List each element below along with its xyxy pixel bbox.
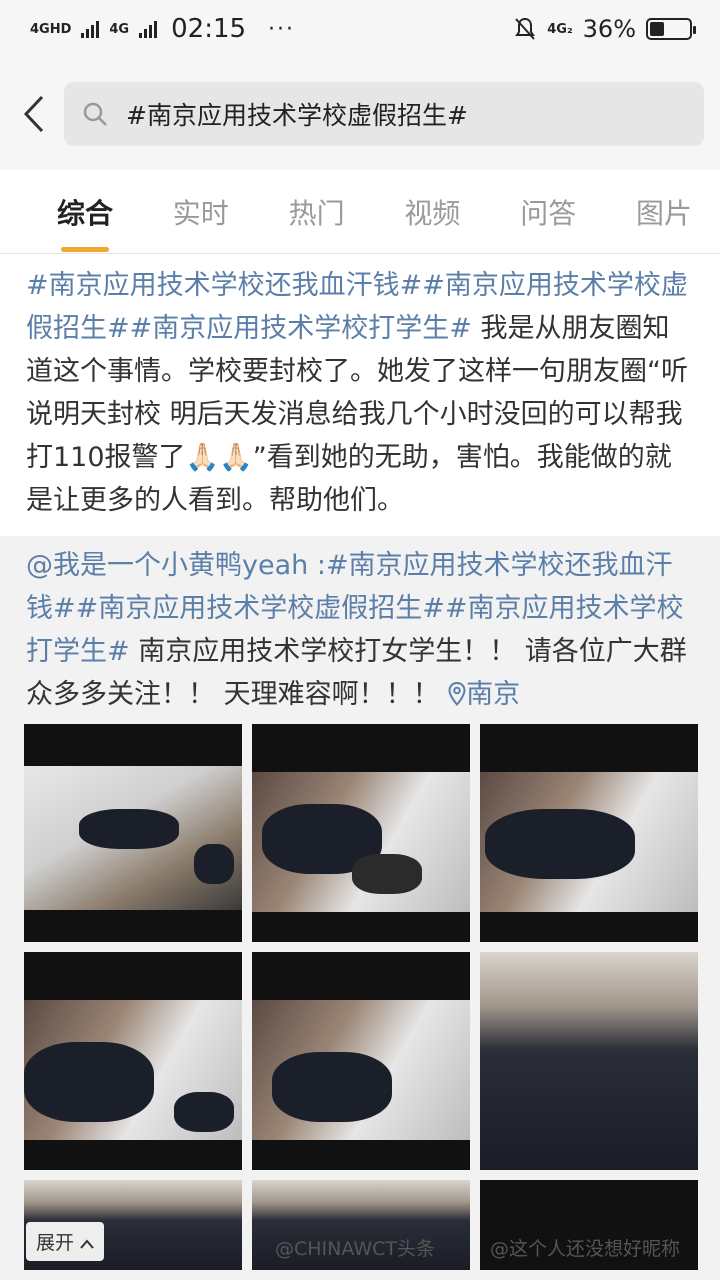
tab-bar: 综合 实时 热门 视频 问答 图片: [0, 170, 720, 254]
search-icon: [83, 102, 107, 126]
network-type-1: 4GHD: [30, 21, 72, 37]
hashtag-link[interactable]: #南京应用技术学校虚假招生#: [76, 593, 445, 624]
repost-user-link[interactable]: @我是一个小黄鸭yeah :: [26, 550, 326, 581]
battery-icon: [646, 18, 696, 40]
status-bar: 4GHD 4G 02:15 ··· 4G₂ 36%: [0, 0, 720, 58]
battery-percent: 36%: [582, 15, 636, 43]
more-icon: ···: [268, 16, 296, 42]
watermark: @这个人还没想好昵称: [490, 1238, 681, 1260]
photo-thumbnail[interactable]: [480, 952, 698, 1170]
clock: 02:15: [171, 14, 247, 44]
location-pin-icon: [448, 681, 466, 707]
tab-qa[interactable]: 问答: [520, 192, 576, 232]
tab-video[interactable]: 视频: [404, 192, 460, 232]
chevron-up-icon: [80, 1239, 94, 1249]
photo-thumbnail[interactable]: [24, 724, 242, 942]
mute-bell-icon: [515, 17, 536, 40]
search-input[interactable]: #南京应用技术学校虚假招生#: [64, 82, 704, 146]
hashtag-link[interactable]: #南京应用技术学校打学生#: [130, 313, 472, 344]
hashtag-link[interactable]: #南京应用技术学校还我血汗钱#: [26, 270, 422, 301]
back-button[interactable]: [14, 89, 54, 139]
location-link[interactable]: 南京: [448, 679, 520, 710]
photo-thumbnail[interactable]: [24, 952, 242, 1170]
expand-label: 展开: [36, 1232, 75, 1254]
repost-body: @我是一个小黄鸭yeah :#南京应用技术学校还我血汗钱##南京应用技术学校虚假…: [0, 536, 720, 716]
status-left: 4GHD 4G 02:15 ···: [30, 14, 295, 44]
watermark: @CHINAWCT头条: [275, 1238, 435, 1260]
tab-comprehensive[interactable]: 综合: [57, 192, 113, 252]
network-type-2: 4G: [109, 21, 130, 37]
expand-button[interactable]: 展开: [26, 1222, 105, 1261]
tab-realtime[interactable]: 实时: [173, 192, 229, 232]
tab-images[interactable]: 图片: [636, 192, 692, 232]
search-header: #南京应用技术学校虚假招生#: [0, 58, 720, 170]
photo-thumbnail[interactable]: [480, 724, 698, 942]
image-grid: [0, 716, 720, 1270]
post-body: #南京应用技术学校还我血汗钱##南京应用技术学校虚假招生##南京应用技术学校打学…: [0, 254, 720, 536]
signal-icon-2: [139, 20, 158, 38]
back-arrow-icon: [23, 95, 44, 133]
search-query: #南京应用技术学校虚假招生#: [126, 101, 468, 130]
signal-icon: [81, 20, 100, 38]
status-right: 4G₂ 36%: [513, 15, 696, 43]
network-type-3: 4G₂: [547, 21, 573, 37]
photo-thumbnail[interactable]: [252, 952, 470, 1170]
location-label: 南京: [466, 679, 521, 710]
photo-thumbnail[interactable]: [252, 724, 470, 942]
tab-hot[interactable]: 热门: [289, 192, 345, 232]
